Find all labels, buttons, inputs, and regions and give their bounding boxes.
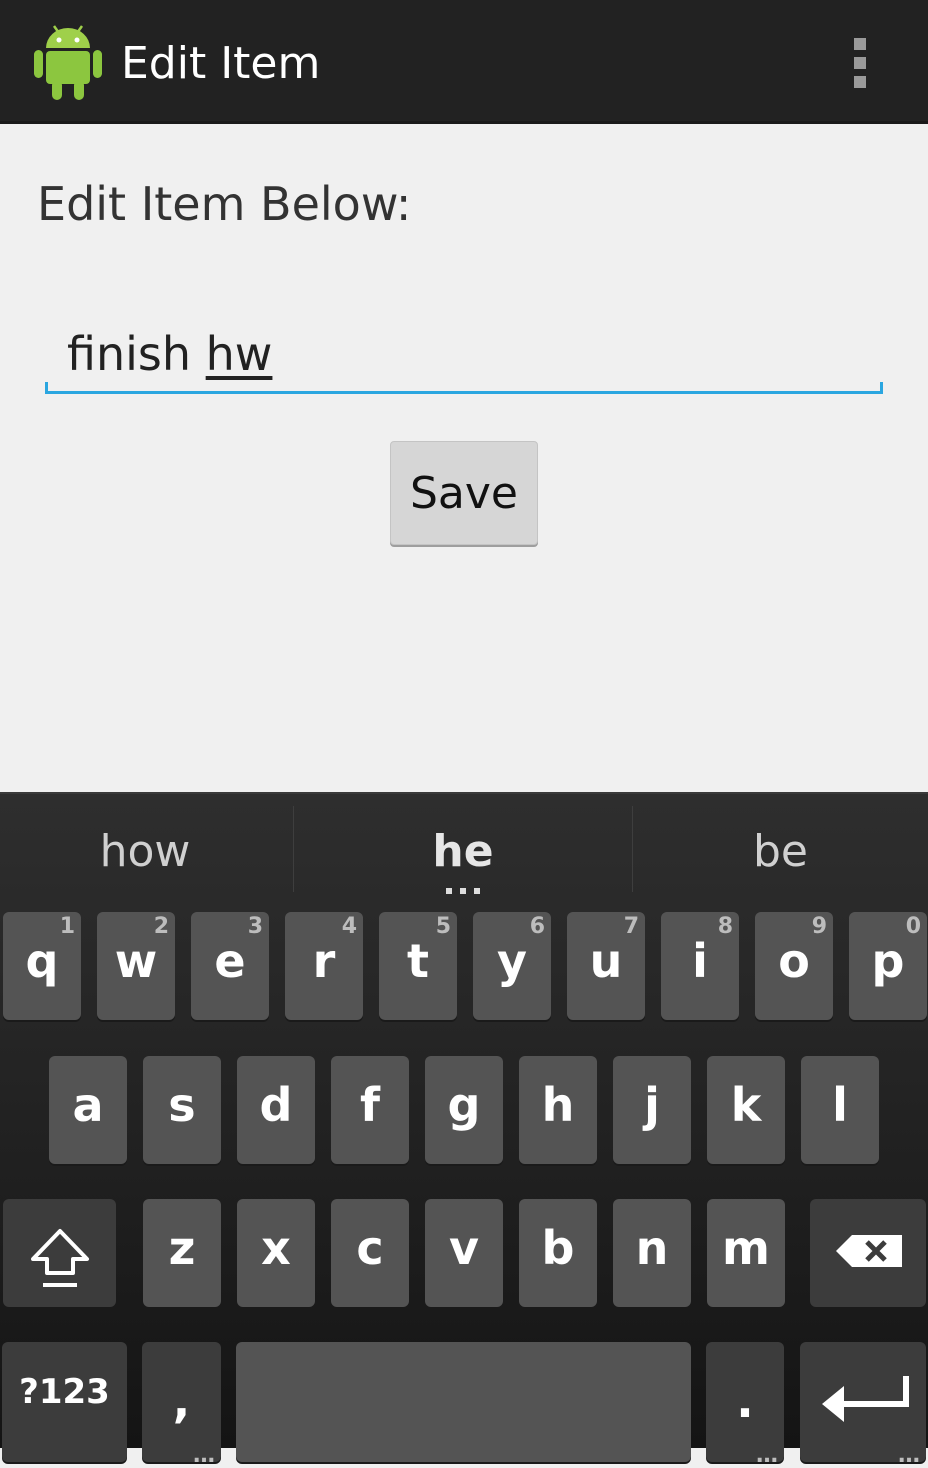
edit-item-label: Edit Item Below: [37,177,412,231]
key-q[interactable]: q1 [3,912,81,1020]
key-label: j [644,1078,660,1132]
more-suggestions-icon[interactable] [446,888,486,896]
android-icon[interactable] [32,20,104,102]
key-z[interactable]: z [143,1199,221,1307]
key-label: s [168,1078,196,1132]
key-label: q [25,934,59,988]
key-e[interactable]: e3 [191,912,269,1020]
key-label: c [356,1221,384,1275]
key-hint: 1 [59,914,75,939]
key-b[interactable]: b [519,1199,597,1307]
key-label: k [730,1078,762,1132]
shift-key[interactable] [3,1199,116,1307]
comma-key[interactable]: , … [142,1342,221,1468]
key-l[interactable]: l [801,1056,879,1164]
app-title: Edit Item [121,38,321,89]
key-label: y [497,934,527,988]
action-bar: Edit Item [0,0,928,124]
key-hint: 9 [811,914,827,939]
key-hint: 6 [529,914,545,939]
field-underline [45,391,883,394]
key-label: a [72,1078,104,1132]
key-label: z [168,1221,196,1275]
key-n[interactable]: n [613,1199,691,1307]
key-f[interactable]: f [331,1056,409,1164]
suggestion-2[interactable]: he [294,822,632,882]
key-j[interactable]: j [613,1056,691,1164]
key-label: r [312,934,336,988]
item-text-field[interactable]: finish hw [45,320,883,394]
key-g[interactable]: g [425,1056,503,1164]
key-label: t [407,934,429,988]
overflow-menu-icon[interactable] [840,34,880,92]
key-a[interactable]: a [49,1056,127,1164]
key-h[interactable]: h [519,1056,597,1164]
key-i[interactable]: i8 [661,912,739,1020]
backspace-icon [836,1235,902,1267]
key-hint: 3 [247,914,263,939]
enter-icon [822,1376,909,1422]
save-button[interactable]: Save [390,441,538,545]
key-label: e [214,934,246,988]
key-s[interactable]: s [143,1056,221,1164]
key-label: v [449,1221,479,1275]
item-text-value: finish hw [67,327,273,381]
key-w[interactable]: w2 [97,912,175,1020]
key-label: x [261,1221,291,1275]
key-label: b [541,1221,575,1275]
key-t[interactable]: t5 [379,912,457,1020]
key-hint: 2 [153,914,169,939]
key-r[interactable]: r4 [285,912,363,1020]
key-c[interactable]: c [331,1199,409,1307]
key-label: m [722,1221,770,1275]
key-label: g [447,1078,481,1132]
space-key[interactable] [236,1342,691,1462]
key-label: i [692,934,708,988]
key-x[interactable]: x [237,1199,315,1307]
backspace-key[interactable] [810,1199,926,1307]
key-label: w [114,934,158,988]
key-hint: 8 [717,914,733,939]
enter-key[interactable]: … [800,1342,926,1468]
symbols-key[interactable]: ?123 [2,1342,127,1462]
key-label: l [832,1078,848,1132]
key-p[interactable]: p0 [849,912,927,1020]
key-label: h [541,1078,575,1132]
key-hint: 7 [623,914,639,939]
key-hint: 0 [905,914,921,939]
key-label: n [635,1221,669,1275]
shift-icon [31,1229,89,1287]
soft-keyboard: how he be ?123 , … . … … q1w2e3r4t5y6u7 [0,792,928,1468]
key-o[interactable]: o9 [755,912,833,1020]
key-k[interactable]: k [707,1056,785,1164]
period-key[interactable]: . … [706,1342,784,1468]
key-label: p [871,934,905,988]
key-label: u [589,934,623,988]
composing-text: hw [205,327,273,381]
key-v[interactable]: v [425,1199,503,1307]
suggestion-3[interactable]: be [633,822,928,882]
key-u[interactable]: u7 [567,912,645,1020]
key-label: d [259,1078,293,1132]
key-label: o [778,934,810,988]
suggestion-1[interactable]: how [0,822,290,882]
key-d[interactable]: d [237,1056,315,1164]
key-m[interactable]: m [707,1199,785,1307]
key-hint: 4 [341,914,357,939]
key-y[interactable]: y6 [473,912,551,1020]
key-hint: 5 [435,914,451,939]
key-label: f [359,1078,380,1132]
